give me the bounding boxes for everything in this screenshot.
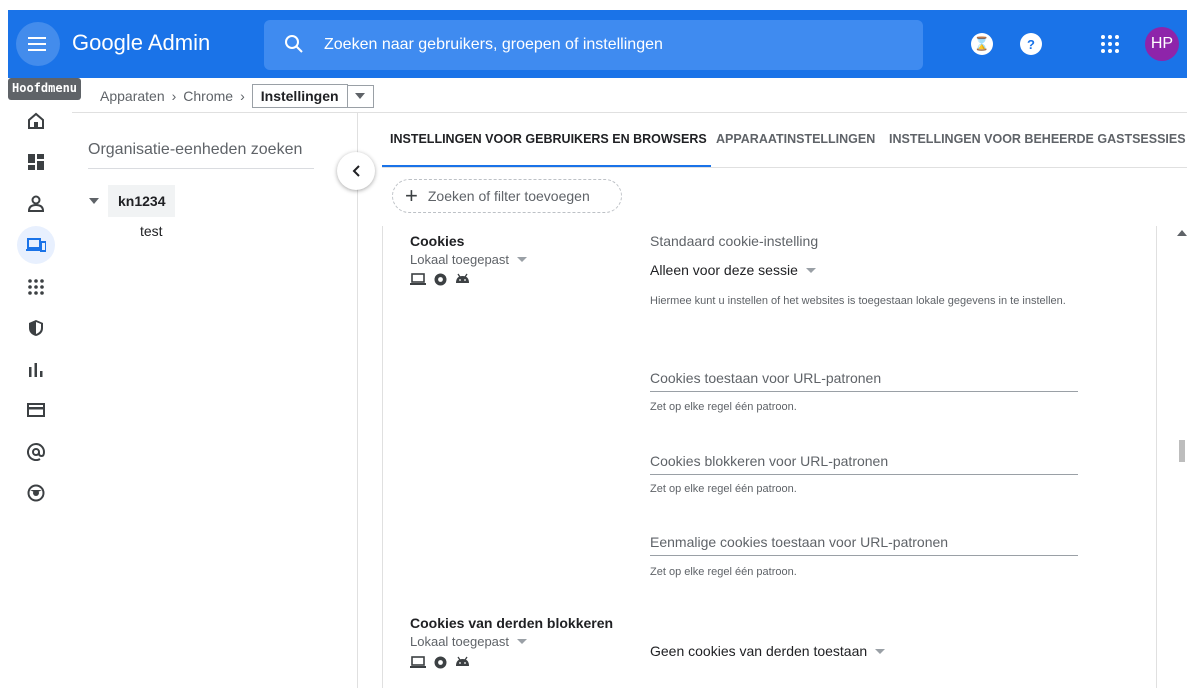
org-unit-pane: Organisatie-eenheden zoeken kn1234 test <box>72 113 358 688</box>
tabs-divider <box>382 167 1187 168</box>
org-search-underline <box>88 168 314 169</box>
dashboard-icon <box>28 154 44 170</box>
menu-tooltip: Hoofdmenu <box>8 78 82 100</box>
allow-cookie-urls-hint: Zet op elke regel één patroon. <box>650 401 797 413</box>
third-party-applied-label: Lokaal toegepast <box>410 634 510 649</box>
rail-reports[interactable] <box>17 350 55 388</box>
default-cookie-setting-value: Alleen voor deze sessie <box>650 262 798 278</box>
help-icon[interactable]: ? <box>1020 33 1042 55</box>
third-party-platform-icons <box>410 656 470 669</box>
org-unit-root-label: kn1234 <box>108 185 176 217</box>
rail-dashboard[interactable] <box>17 143 55 181</box>
block-cookie-urls-hint: Zet op elke regel één patroon. <box>650 483 797 495</box>
cookies-platform-icons <box>410 273 470 286</box>
devices-icon <box>26 238 46 252</box>
cookies-applied[interactable]: Lokaal toegepast <box>410 252 528 267</box>
third-party-applied[interactable]: Lokaal toegepast <box>410 634 528 649</box>
tab-managed-guest-settings[interactable]: INSTELLINGEN VOOR BEHEERDE GASTSESSIES <box>889 132 1186 146</box>
breadcrumb-current: Instellingen <box>251 84 348 108</box>
settings-tabs: INSTELLINGEN VOOR GEBRUIKERS EN BROWSERS… <box>382 128 1187 168</box>
dropdown-arrow-icon <box>805 267 816 273</box>
menu-icon <box>28 37 46 51</box>
rail-security[interactable] <box>17 309 55 347</box>
dropdown-arrow-icon <box>517 639 528 644</box>
cookies-applied-label: Lokaal toegepast <box>410 252 510 267</box>
at-sign-icon <box>27 443 45 461</box>
shield-icon <box>29 320 43 336</box>
breadcrumb-chrome[interactable]: Chrome <box>183 88 233 104</box>
plus-icon: + <box>405 183 418 208</box>
breadcrumb-devices[interactable]: Apparaten <box>100 88 165 104</box>
search-icon <box>285 35 303 53</box>
android-icon <box>456 656 469 666</box>
session-cookie-urls-hint: Zet op elke regel één patroon. <box>650 566 797 578</box>
credit-card-icon <box>27 403 45 417</box>
settings-panel: Cookies Lokaal toegepast Standaard cooki… <box>382 226 1157 688</box>
session-cookie-urls-input[interactable]: Eenmalige cookies toestaan voor URL-patr… <box>650 528 1078 556</box>
org-unit-child[interactable]: test <box>140 223 163 239</box>
collapse-caret-icon[interactable] <box>80 198 108 204</box>
rail-home[interactable] <box>17 102 55 140</box>
breadcrumb-dropdown[interactable] <box>347 84 374 108</box>
filter-label: Zoeken of filter toevoegen <box>427 188 590 204</box>
default-cookie-setting-select[interactable]: Alleen voor deze sessie <box>650 262 816 278</box>
breadcrumb: Apparaten › Chrome › Instellingen <box>100 84 374 108</box>
apps-icon <box>28 279 44 295</box>
nav-rail <box>0 96 72 688</box>
third-party-cookie-value: Geen cookies van derden toestaan <box>650 643 868 659</box>
third-party-cookies-title: Cookies van derden blokkeren <box>410 615 614 631</box>
rail-domains[interactable] <box>17 433 55 471</box>
rail-billing[interactable] <box>17 391 55 429</box>
user-icon <box>27 195 45 212</box>
app-title[interactable]: Google Admin <box>72 30 210 56</box>
scrollbar[interactable] <box>1175 226 1187 688</box>
dropdown-arrow-icon <box>517 257 528 262</box>
support-icon <box>27 484 45 502</box>
breadcrumb-separator: › <box>171 88 177 104</box>
main-menu-button[interactable] <box>16 22 60 66</box>
breadcrumb-separator: › <box>240 88 245 104</box>
third-party-cookie-select[interactable]: Geen cookies van derden toestaan <box>650 643 886 659</box>
bar-chart-icon <box>29 363 43 377</box>
allow-cookie-urls-input[interactable]: Cookies toestaan voor URL-patronen <box>650 364 1078 392</box>
scroll-up-arrow-icon <box>1177 230 1187 236</box>
org-search-input[interactable]: Organisatie-eenheden zoeken <box>88 141 302 159</box>
default-cookie-setting-label: Standaard cookie-instelling <box>650 233 819 249</box>
scroll-thumb[interactable] <box>1179 440 1185 462</box>
global-search[interactable]: Zoeken naar gebruikers, groepen of inste… <box>264 20 923 70</box>
rail-devices[interactable] <box>17 226 55 264</box>
cookies-title: Cookies <box>410 233 465 249</box>
laptop-icon <box>410 656 426 668</box>
chevron-left-icon <box>352 165 360 177</box>
cookie-help-text: Hiermee kunt u instellen of het websites… <box>650 295 1066 307</box>
search-placeholder: Zoeken naar gebruikers, groepen of inste… <box>324 36 663 53</box>
tab-device-settings[interactable]: APPARAATINSTELLINGEN <box>716 132 875 146</box>
rail-users[interactable] <box>17 184 55 222</box>
rail-support[interactable] <box>17 474 55 512</box>
chrome-icon <box>434 273 447 286</box>
chrome-icon <box>434 656 447 669</box>
hourglass-icon[interactable]: ⌛ <box>971 33 993 55</box>
dropdown-arrow-icon <box>355 93 366 99</box>
dropdown-arrow-icon <box>875 648 886 654</box>
laptop-icon <box>410 273 426 285</box>
android-icon <box>456 273 469 283</box>
tab-user-browser-settings[interactable]: INSTELLINGEN VOOR GEBRUIKERS EN BROWSERS <box>390 132 707 146</box>
apps-grid-icon[interactable] <box>1099 33 1121 55</box>
org-unit-root[interactable]: kn1234 <box>80 183 250 219</box>
collapse-pane-button[interactable] <box>337 152 375 190</box>
add-filter-button[interactable]: + Zoeken of filter toevoegen <box>392 179 622 213</box>
home-icon <box>28 112 44 129</box>
rail-apps[interactable] <box>17 268 55 306</box>
block-cookie-urls-input[interactable]: Cookies blokkeren voor URL-patronen <box>650 447 1078 475</box>
account-avatar[interactable]: HP <box>1145 27 1179 61</box>
